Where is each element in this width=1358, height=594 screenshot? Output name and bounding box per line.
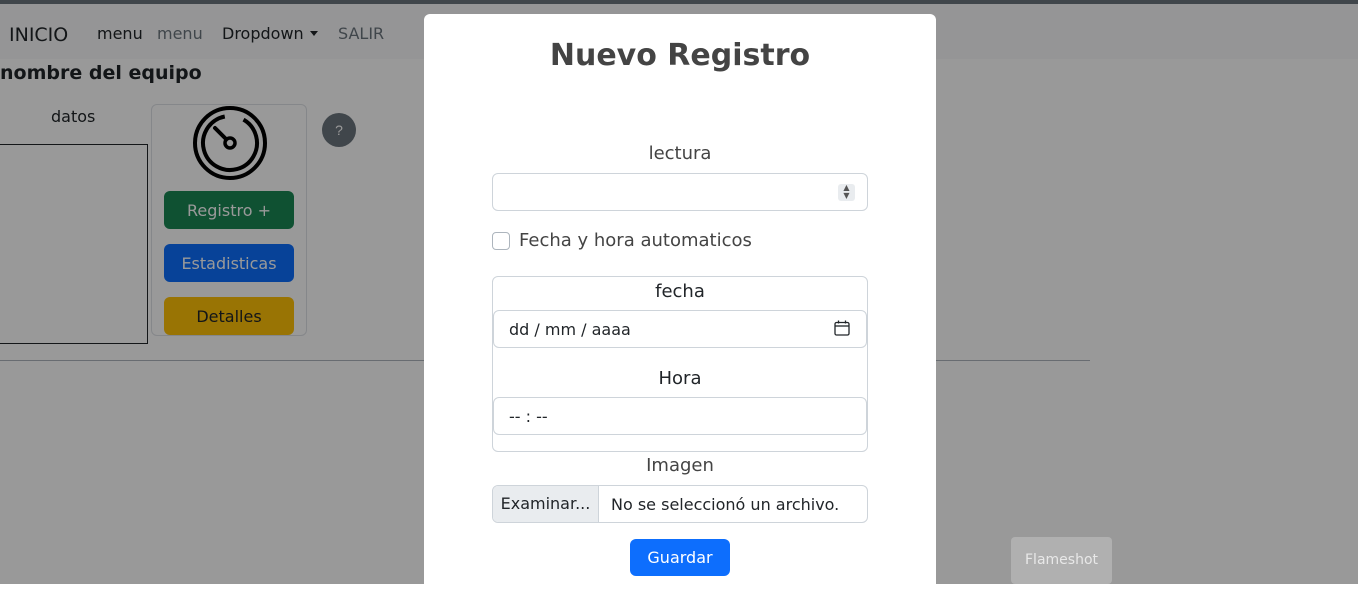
examinar-button[interactable]: Examinar... bbox=[493, 486, 599, 522]
hora-label: Hora bbox=[658, 368, 702, 389]
imagen-label: Imagen bbox=[646, 455, 714, 476]
fecha-hora-group: fecha dd / mm / aaaa Hora -- : -- bbox=[492, 276, 868, 452]
nuevo-registro-modal: Nuevo Registro lectura ▲ ▼ Fecha y hora a… bbox=[424, 14, 936, 594]
auto-datetime-label[interactable]: Fecha y hora automaticos bbox=[519, 230, 752, 251]
guardar-button[interactable]: Guardar bbox=[630, 539, 730, 576]
imagen-file-input[interactable]: Examinar... No se seleccionó un archivo. bbox=[492, 485, 868, 523]
fecha-input[interactable]: dd / mm / aaaa bbox=[493, 310, 867, 348]
fecha-placeholder: dd / mm / aaaa bbox=[509, 320, 631, 339]
lectura-label: lectura bbox=[648, 143, 712, 164]
auto-datetime-checkbox[interactable] bbox=[492, 232, 510, 250]
lectura-input[interactable]: ▲ ▼ bbox=[492, 173, 868, 211]
file-status: No se seleccionó un archivo. bbox=[611, 495, 840, 514]
flameshot-overlay[interactable]: Flameshot bbox=[1011, 537, 1112, 584]
hora-placeholder: -- : -- bbox=[509, 407, 548, 426]
fecha-label: fecha bbox=[655, 281, 705, 302]
spinner-arrows-icon[interactable]: ▲ ▼ bbox=[838, 184, 855, 201]
modal-title: Nuevo Registro bbox=[549, 38, 811, 73]
hora-input[interactable]: -- : -- bbox=[493, 397, 867, 435]
calendar-icon[interactable] bbox=[834, 320, 850, 336]
